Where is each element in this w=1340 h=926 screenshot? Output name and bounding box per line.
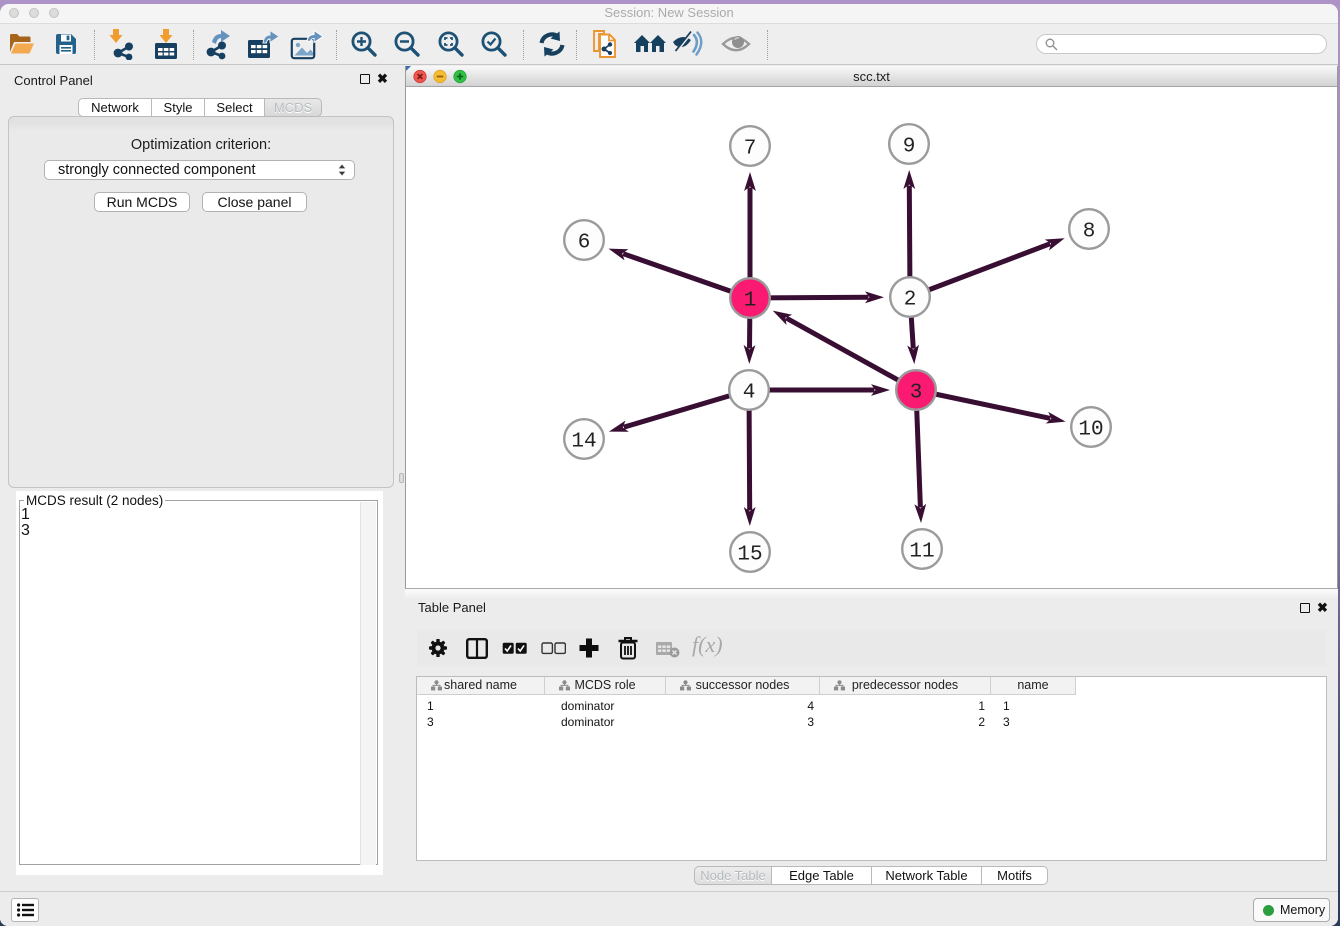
svg-text:6: 6	[578, 232, 591, 255]
svg-text:4: 4	[743, 382, 756, 405]
svg-text:14: 14	[571, 431, 596, 454]
svg-text:15: 15	[737, 544, 762, 567]
svg-text:8: 8	[1083, 221, 1096, 244]
svg-text:3: 3	[910, 382, 923, 405]
svg-text:11: 11	[909, 541, 934, 564]
svg-text:10: 10	[1078, 419, 1103, 442]
svg-text:2: 2	[904, 289, 917, 312]
svg-text:9: 9	[903, 136, 916, 159]
svg-text:7: 7	[744, 138, 757, 161]
svg-text:1: 1	[744, 290, 757, 313]
